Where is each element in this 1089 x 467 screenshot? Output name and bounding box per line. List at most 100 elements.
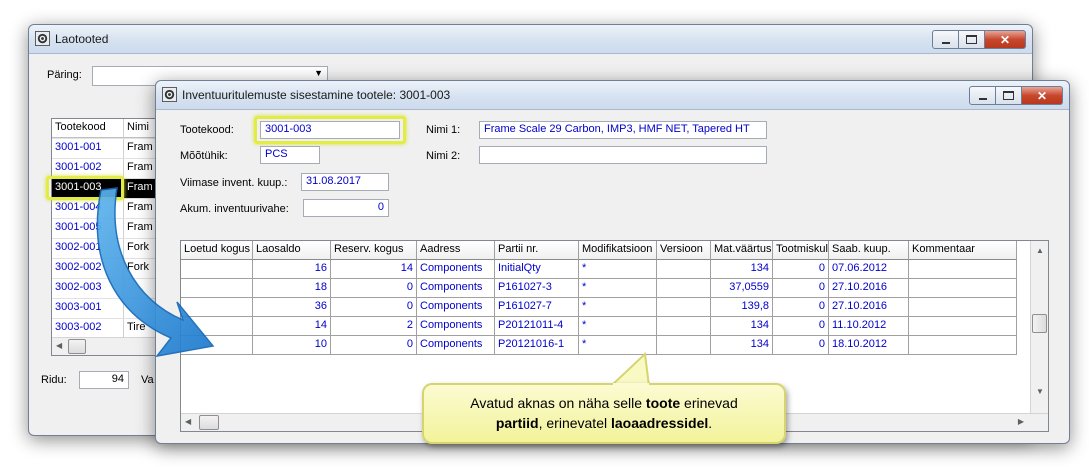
table-cell[interactable]: 14 [331,260,417,279]
name2-field[interactable] [479,146,767,164]
laotooted-titlebar[interactable]: Laotooted ✕ [29,25,1032,54]
table-row[interactable]: 3001-001 Fram [52,139,162,159]
app-gear-icon [162,87,177,102]
table-cell[interactable]: 0 [331,298,417,317]
product-code-cell[interactable]: 3001-001 [52,139,124,158]
table-cell[interactable] [657,260,711,279]
maximize-button[interactable] [996,86,1022,105]
table-row[interactable]: 36 0 Components P161027-7 * 139,8 0 27.10.2016 [181,298,1048,317]
column-header[interactable]: Kommentaar [909,241,1017,260]
close-button[interactable]: ✕ [985,30,1026,49]
table-cell[interactable]: 18 [253,279,331,298]
table-cell[interactable]: 0 [331,336,417,355]
column-header[interactable]: Aadress [417,241,495,260]
inventory-titlebar[interactable]: Inventuuritulemuste sisestamine tootele:… [156,81,1069,110]
name1-field[interactable]: Frame Scale 29 Carbon, IMP3, HMF NET, Ta… [479,121,767,139]
table-cell[interactable]: Components [417,279,495,298]
table-cell[interactable]: 0 [773,317,829,336]
table-cell[interactable]: 18.10.2012 [829,336,909,355]
scroll-left-icon[interactable]: ◀ [185,417,191,426]
column-header[interactable]: Saab. kuup. [829,241,909,260]
table-cell[interactable]: Components [417,317,495,336]
minimize-button[interactable] [932,30,959,49]
table-cell[interactable]: 0 [773,298,829,317]
scroll-down-icon[interactable]: ▼ [1036,387,1044,396]
table-cell[interactable] [657,317,711,336]
table-cell[interactable] [909,317,1017,336]
column-header[interactable]: Partii nr. [495,241,579,260]
table-cell[interactable]: 2 [331,317,417,336]
table-cell[interactable]: * [579,298,657,317]
close-button[interactable]: ✕ [1022,86,1063,105]
grid-header: Loetud kogus Laosaldo Reserv. kogus Aadress… [181,241,1048,260]
close-icon: ✕ [999,32,1011,47]
table-cell[interactable] [909,298,1017,317]
table-cell[interactable]: 134 [711,317,773,336]
table-cell[interactable] [657,336,711,355]
scroll-up-icon[interactable]: ▲ [1036,246,1044,255]
table-cell[interactable]: 27.10.2016 [829,298,909,317]
table-cell[interactable]: * [579,317,657,336]
table-cell[interactable]: P161027-7 [495,298,579,317]
table-cell[interactable] [909,279,1017,298]
table-cell[interactable]: 139,8 [711,298,773,317]
table-cell[interactable]: 27.10.2016 [829,279,909,298]
table-cell[interactable]: 0 [773,279,829,298]
table-cell[interactable]: 11.10.2012 [829,317,909,336]
window-title: Laotooted [55,32,109,46]
column-header[interactable]: Laosaldo [253,241,331,260]
table-cell[interactable]: P20121011-4 [495,317,579,336]
scroll-thumb[interactable] [1032,314,1047,333]
name2-label: Nimi 2: [426,150,461,162]
rows-label: Ridu: [41,374,67,386]
table-cell[interactable]: 134 [711,260,773,279]
table-cell[interactable]: 0 [331,279,417,298]
table-cell[interactable]: 0 [773,260,829,279]
scroll-right-icon[interactable]: ▶ [1018,417,1024,426]
table-cell[interactable]: 07.06.2012 [829,260,909,279]
scroll-thumb[interactable] [68,339,86,354]
column-header[interactable]: Reserv. kogus [331,241,417,260]
callout-bold-product: toote [645,395,681,411]
column-header[interactable]: Tootekood [52,119,124,138]
table-cell[interactable]: 36 [253,298,331,317]
table-cell[interactable]: InitialQty [495,260,579,279]
product-code-label: Tootekood: [180,124,234,136]
column-header[interactable]: Modifikatsioon [579,241,657,260]
table-cell[interactable]: Components [417,298,495,317]
callout-bold-batches: partiid [495,415,539,431]
grid-vscroll[interactable]: ▲ ▼ [1030,241,1048,414]
column-header[interactable]: Tootmiskulu [773,241,829,260]
table-cell[interactable] [657,298,711,317]
table-row[interactable]: 16 14 Components InitialQty * 134 0 07.06.2012 [181,260,1048,279]
table-cell[interactable]: P20121016-1 [495,336,579,355]
scroll-left-icon[interactable]: ◀ [56,341,62,350]
minimize-icon [941,41,950,44]
table-cell[interactable]: 16 [253,260,331,279]
last-inventory-date[interactable]: 31.08.2017 [301,173,389,191]
table-cell[interactable] [909,336,1017,355]
table-cell[interactable]: 0 [773,336,829,355]
name1-label: Nimi 1: [426,124,461,136]
minimize-button[interactable] [969,86,996,105]
unit-field[interactable]: PCS [260,146,320,164]
column-header[interactable]: Mat.väärtus [711,241,773,260]
table-cell[interactable] [909,260,1017,279]
table-cell[interactable]: * [579,279,657,298]
table-cell[interactable]: 37,0559 [711,279,773,298]
callout-text-2: erinevad [680,395,738,411]
table-row[interactable]: 14 2 Components P20121011-4 * 134 0 11.10.2012 [181,317,1048,336]
column-header[interactable]: Versioon [657,241,711,260]
table-cell[interactable]: P161027-3 [495,279,579,298]
table-cell[interactable] [657,279,711,298]
table-cell[interactable]: * [579,260,657,279]
table-cell[interactable]: 14 [253,317,331,336]
scroll-thumb[interactable] [199,415,219,430]
table-cell[interactable]: 134 [711,336,773,355]
cumulative-diff-field[interactable]: 0 [303,199,389,217]
table-cell[interactable]: Components [417,336,495,355]
table-cell[interactable]: 10 [253,336,331,355]
table-cell[interactable]: Components [417,260,495,279]
table-row[interactable]: 18 0 Components P161027-3 * 37,0559 0 27.10.201… [181,279,1048,298]
maximize-button[interactable] [959,30,985,49]
